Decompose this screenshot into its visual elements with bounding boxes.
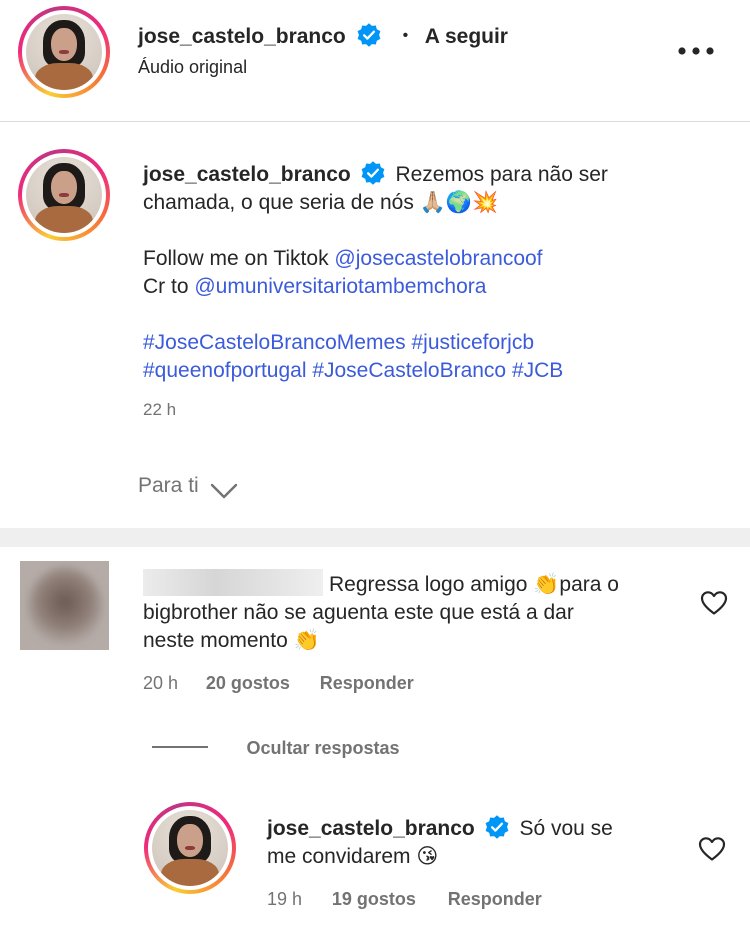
comment-block: Regressa logo amigo 👏para o bigbrother n…: [143, 569, 683, 697]
reply-likes[interactable]: 19 gostos: [332, 889, 416, 909]
section-divider: [0, 528, 750, 547]
credit-prefix: Cr to: [143, 275, 195, 298]
comment-time: 20 h: [143, 673, 179, 693]
filter-label: Para ti: [138, 474, 199, 497]
follow-prefix: Follow me on Tiktok: [143, 247, 335, 270]
hashtag-link[interactable]: #JoseCasteloBranco: [312, 359, 506, 382]
hashtag-link[interactable]: #queenofportugal: [143, 359, 306, 382]
comment-likes[interactable]: 20 gostos: [206, 673, 290, 693]
hashtag-link[interactable]: #JCB: [512, 359, 563, 382]
replies-line: [152, 746, 208, 748]
credit-handle-link[interactable]: @umuniversitariotambemchora: [194, 275, 486, 298]
hide-replies-label: Ocultar respostas: [246, 738, 400, 758]
header-username[interactable]: jose_castelo_branco: [138, 25, 346, 48]
reply-reply-button[interactable]: Responder: [448, 889, 542, 909]
avatar-photo: [26, 157, 102, 233]
heart-icon[interactable]: [700, 590, 728, 616]
header-title-row: jose_castelo_branco • A seguir: [138, 22, 508, 49]
commenter-username-redacted: [143, 569, 323, 596]
caption-credit-line: Cr to @umuniversitariotambemchora: [143, 273, 733, 301]
reply-avatar[interactable]: [144, 802, 236, 894]
caption-line-1: jose_castelo_branco Rezemos para não ser: [143, 160, 733, 189]
comment-filter-dropdown[interactable]: Para ti: [138, 474, 239, 500]
avatar-photo: [26, 14, 102, 90]
reply-text-2: me convidarem 😘: [267, 845, 439, 868]
hide-replies-toggle[interactable]: Ocultar respostas: [152, 738, 400, 759]
header-subtitle[interactable]: Áudio original: [138, 57, 247, 78]
hashtags-line-2: #queenofportugal #JoseCasteloBranco #JCB: [143, 357, 733, 385]
caption-block: jose_castelo_branco Rezemos para não ser…: [143, 160, 733, 424]
hashtags-line-1: #JoseCasteloBrancoMemes #justiceforjcb: [143, 329, 733, 357]
header-separator: •: [402, 27, 409, 44]
caption-avatar[interactable]: [18, 149, 110, 241]
verified-badge-icon: [357, 23, 381, 47]
header-avatar[interactable]: [18, 6, 110, 98]
reply-username[interactable]: jose_castelo_branco: [267, 817, 475, 840]
header-divider: [0, 121, 750, 122]
more-options-icon[interactable]: [676, 44, 716, 56]
commenter-avatar[interactable]: [20, 561, 109, 650]
comment-text-3: neste momento 👏: [143, 629, 320, 652]
heart-icon[interactable]: [698, 836, 726, 862]
caption-time: 22 h: [143, 400, 177, 419]
hashtag-link[interactable]: #JoseCasteloBrancoMemes: [143, 331, 406, 354]
follow-button[interactable]: A seguir: [425, 25, 508, 48]
verified-badge-icon: [485, 815, 508, 839]
tiktok-handle-link[interactable]: @josecastelobrancoof: [334, 247, 542, 270]
comment-text-2: bigbrother não se aguenta este que está …: [143, 601, 574, 624]
reply-time: 19 h: [267, 889, 303, 909]
comment-text-1: Regressa logo amigo 👏para o: [329, 573, 619, 596]
caption-username[interactable]: jose_castelo_branco: [143, 163, 351, 186]
caption-text-2: chamada, o que seria de nós 🙏🏼🌍💥: [143, 191, 499, 214]
avatar-photo: [152, 810, 228, 886]
verified-badge-icon: [361, 161, 384, 185]
reply-text-1: Só vou se: [519, 817, 613, 840]
caption-follow-line: Follow me on Tiktok @josecastelobrancoof: [143, 245, 733, 273]
hashtag-link[interactable]: #justiceforjcb: [411, 331, 534, 354]
comment-reply-button[interactable]: Responder: [320, 673, 414, 693]
caption-text-1: Rezemos para não ser: [395, 163, 608, 186]
chevron-down-icon: [210, 483, 238, 499]
reply-block: jose_castelo_branco Só vou se me convida…: [267, 814, 687, 913]
